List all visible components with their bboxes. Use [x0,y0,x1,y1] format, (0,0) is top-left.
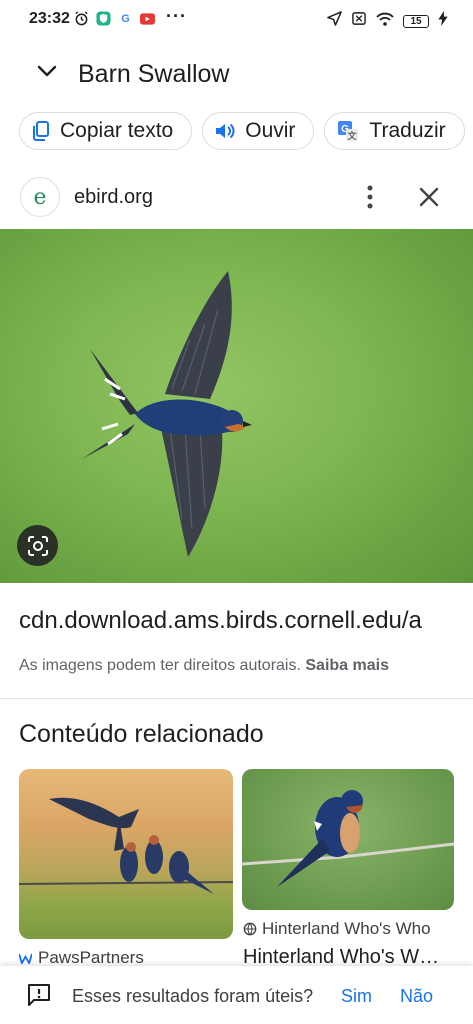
google-lens-button[interactable] [17,525,58,566]
related-card-image[interactable] [242,769,454,910]
feedback-yes-button[interactable]: Sim [341,986,372,1007]
more-notifications-icon: ··· [166,6,187,26]
related-content-heading: Conteúdo relacionado [19,720,264,748]
swallows-feeding-illustration [19,797,233,894]
sim-off-icon [351,11,367,31]
globe-icon [243,922,257,936]
action-chips: Copiar texto Ouvir G文 Traduzir [19,112,465,150]
alarm-icon [74,11,89,26]
related-card-source[interactable]: Hinterland Who's Who [243,919,431,939]
related-card-source-label: Hinterland Who's Who [262,919,431,938]
page-title: Barn Swallow [78,60,230,88]
feedback-icon [26,982,52,1008]
wifi-icon [376,12,394,31]
feedback-bar: Esses resultados foram úteis? Sim Não [0,966,473,1024]
battery-icon: 15 [403,14,429,28]
perched-swallow-illustration [242,790,454,887]
divider [0,698,473,699]
copy-text-label: Copiar texto [60,119,174,142]
source-row[interactable]: e ebird.org [0,170,473,226]
more-options-icon[interactable] [362,183,378,211]
translate-label: Traduzir [369,119,446,142]
copy-text-icon [33,121,49,141]
status-left-icons: G [74,11,155,26]
source-domain[interactable]: ebird.org [74,186,153,209]
related-card-source-label: PawsPartners [38,948,144,967]
related-card-source[interactable]: PawsPartners [19,948,144,968]
youtube-icon [140,11,155,26]
charging-icon [438,11,448,31]
location-arrow-icon [327,11,342,31]
status-time: 23:32 [29,10,70,27]
related-card-image[interactable] [19,769,233,939]
site-favicon: e [20,177,60,217]
shield-app-icon [96,11,111,26]
main-image[interactable] [0,229,473,583]
swallow-illustration [82,271,252,557]
google-lens-icon [27,535,48,556]
image-url[interactable]: cdn.download.ams.birds.cornell.edu/a [19,607,422,635]
listen-label: Ouvir [245,119,296,142]
learn-more-link[interactable]: Saiba mais [305,657,389,674]
svg-text:文: 文 [347,130,358,141]
close-icon[interactable] [416,184,442,210]
translate-icon: G文 [338,121,359,141]
feedback-question: Esses resultados foram úteis? [72,986,314,1006]
google-icon: G [121,12,130,25]
copy-text-button[interactable]: Copiar texto [19,112,193,150]
translate-button[interactable]: G文 Traduzir [324,112,465,150]
title-bar: Barn Swallow [0,50,473,98]
speaker-icon [216,123,235,139]
status-bar: 23:32 G ··· 15 [0,0,473,40]
chevron-down-icon[interactable] [36,60,58,82]
copyright-text: As imagens podem ter direitos autorais. [19,657,301,674]
pawspartners-icon [19,953,32,964]
copyright-notice: As imagens podem ter direitos autorais. … [19,657,389,675]
listen-button[interactable]: Ouvir [202,112,315,150]
status-right-icons: 15 [327,11,448,31]
feedback-no-button[interactable]: Não [400,986,433,1007]
